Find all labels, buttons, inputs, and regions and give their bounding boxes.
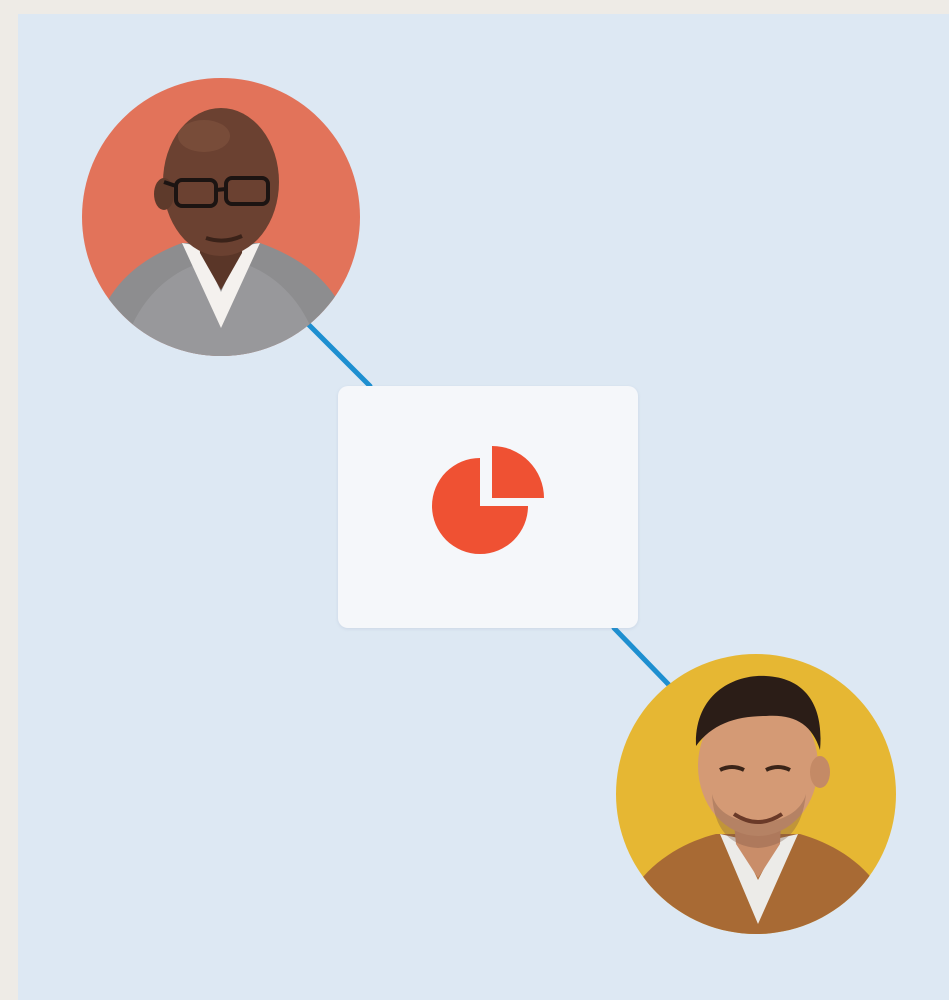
person-avatar-smiling[interactable]	[616, 654, 896, 934]
chart-card[interactable]	[338, 386, 638, 628]
connector-line-bottom	[611, 625, 673, 689]
person-avatar-glasses[interactable]	[82, 78, 360, 356]
pie-chart-icon	[432, 446, 544, 554]
connector-line-top	[305, 321, 373, 389]
canvas-panel	[18, 14, 949, 1000]
